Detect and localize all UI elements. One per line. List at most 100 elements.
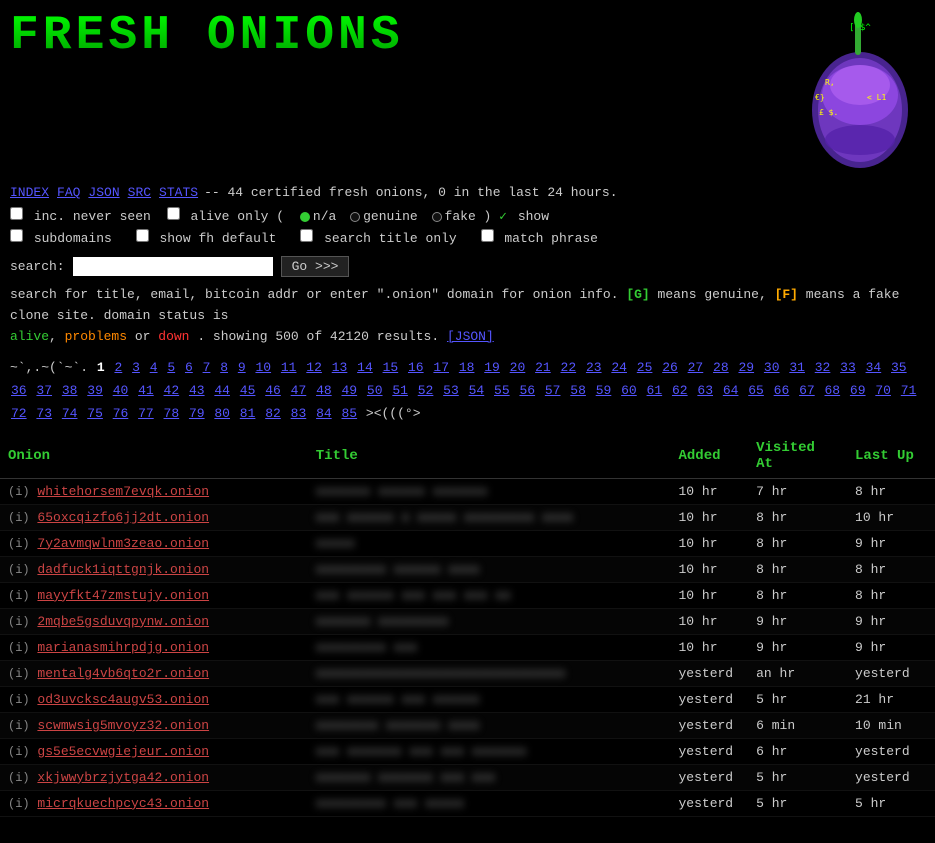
info-link-3[interactable]: (i) (8, 563, 30, 577)
info-link-9[interactable]: (i) (8, 719, 30, 733)
pagination-page-75[interactable]: 75 (87, 406, 103, 421)
pagination-page-39[interactable]: 39 (87, 383, 103, 398)
pagination-page-35[interactable]: 35 (891, 360, 907, 375)
nav-stats[interactable]: STATS (159, 185, 198, 200)
subdomains-option[interactable]: subdomains (10, 231, 120, 246)
onion-link-10[interactable]: gs5e5ecvwgiejeur.onion (37, 744, 209, 759)
pagination-page-52[interactable]: 52 (418, 383, 434, 398)
alive-only-checkbox[interactable] (167, 207, 180, 220)
pagination-page-71[interactable]: 71 (901, 383, 917, 398)
subdomains-checkbox[interactable] (10, 229, 23, 242)
pagination-page-42[interactable]: 42 (164, 383, 180, 398)
pagination-page-14[interactable]: 14 (357, 360, 373, 375)
nav-json[interactable]: JSON (88, 185, 119, 200)
nav-src[interactable]: SRC (128, 185, 151, 200)
pagination-page-18[interactable]: 18 (459, 360, 475, 375)
pagination-page-61[interactable]: 61 (647, 383, 663, 398)
pagination-page-56[interactable]: 56 (519, 383, 535, 398)
onion-link-8[interactable]: od3uvcksc4augv53.onion (37, 692, 209, 707)
alive-only-option[interactable]: alive only ( (167, 209, 292, 224)
info-link-6[interactable]: (i) (8, 641, 30, 655)
pagination-page-64[interactable]: 64 (723, 383, 739, 398)
pagination-page-45[interactable]: 45 (240, 383, 256, 398)
pagination-page-49[interactable]: 49 (341, 383, 357, 398)
pagination-page-78[interactable]: 78 (164, 406, 180, 421)
pagination-page-47[interactable]: 47 (291, 383, 307, 398)
pagination-page-55[interactable]: 55 (494, 383, 510, 398)
onion-link-2[interactable]: 7y2avmqwlnm3zeao.onion (37, 536, 209, 551)
pagination-page-43[interactable]: 43 (189, 383, 205, 398)
info-link-4[interactable]: (i) (8, 589, 30, 603)
nav-faq[interactable]: FAQ (57, 185, 80, 200)
pagination-page-8[interactable]: 8 (220, 360, 228, 375)
pagination-page-53[interactable]: 53 (443, 383, 459, 398)
onion-link-11[interactable]: xkjwwybrzjytga42.onion (37, 770, 209, 785)
pagination-page-76[interactable]: 76 (113, 406, 129, 421)
onion-link-3[interactable]: dadfuck1iqttgnjk.onion (37, 562, 209, 577)
pagination-page-2[interactable]: 2 (114, 360, 122, 375)
pagination-page-32[interactable]: 32 (815, 360, 831, 375)
pagination-page-48[interactable]: 48 (316, 383, 332, 398)
pagination-page-83[interactable]: 83 (291, 406, 307, 421)
info-link-5[interactable]: (i) (8, 615, 30, 629)
info-link-12[interactable]: (i) (8, 797, 30, 811)
pagination-page-67[interactable]: 67 (799, 383, 815, 398)
radio-na[interactable] (300, 212, 310, 222)
pagination-page-63[interactable]: 63 (697, 383, 713, 398)
pagination-page-62[interactable]: 62 (672, 383, 688, 398)
pagination-page-46[interactable]: 46 (265, 383, 281, 398)
pagination-page-7[interactable]: 7 (203, 360, 211, 375)
show-fh-checkbox[interactable] (136, 229, 149, 242)
info-link-8[interactable]: (i) (8, 693, 30, 707)
info-link-2[interactable]: (i) (8, 537, 30, 551)
onion-link-7[interactable]: mentalg4vb6qto2r.onion (37, 666, 209, 681)
pagination-page-28[interactable]: 28 (713, 360, 729, 375)
pagination-page-82[interactable]: 82 (265, 406, 281, 421)
search-title-option[interactable]: search title only (300, 231, 464, 246)
pagination-page-9[interactable]: 9 (238, 360, 246, 375)
pagination-page-80[interactable]: 80 (214, 406, 230, 421)
pagination-page-37[interactable]: 37 (36, 383, 52, 398)
pagination-page-16[interactable]: 16 (408, 360, 424, 375)
pagination-page-38[interactable]: 38 (62, 383, 78, 398)
pagination-page-13[interactable]: 13 (332, 360, 348, 375)
pagination-page-41[interactable]: 41 (138, 383, 154, 398)
pagination-page-24[interactable]: 24 (611, 360, 627, 375)
pagination-page-6[interactable]: 6 (185, 360, 193, 375)
pagination-page-70[interactable]: 70 (875, 383, 891, 398)
pagination-page-60[interactable]: 60 (621, 383, 637, 398)
pagination-page-27[interactable]: 27 (688, 360, 704, 375)
match-phrase-option[interactable]: match phrase (481, 231, 598, 246)
search-title-checkbox[interactable] (300, 229, 313, 242)
inc-never-seen-option[interactable]: inc. never seen (10, 209, 159, 224)
radio-fake[interactable] (432, 212, 442, 222)
search-input[interactable] (73, 257, 273, 276)
pagination-page-84[interactable]: 84 (316, 406, 332, 421)
pagination-page-81[interactable]: 81 (240, 406, 256, 421)
pagination-page-21[interactable]: 21 (535, 360, 551, 375)
info-link-7[interactable]: (i) (8, 667, 30, 681)
pagination-page-33[interactable]: 33 (840, 360, 856, 375)
nav-index[interactable]: INDEX (10, 185, 49, 200)
pagination-page-85[interactable]: 85 (341, 406, 357, 421)
info-link-11[interactable]: (i) (8, 771, 30, 785)
info-link-0[interactable]: (i) (8, 485, 30, 499)
pagination-page-3[interactable]: 3 (132, 360, 140, 375)
pagination-page-25[interactable]: 25 (637, 360, 653, 375)
pagination-page-58[interactable]: 58 (570, 383, 586, 398)
pagination-page-54[interactable]: 54 (469, 383, 485, 398)
pagination-page-15[interactable]: 15 (383, 360, 399, 375)
pagination-page-77[interactable]: 77 (138, 406, 154, 421)
pagination-page-29[interactable]: 29 (738, 360, 754, 375)
onion-link-1[interactable]: 65oxcqizfo6jj2dt.onion (37, 510, 209, 525)
pagination-page-20[interactable]: 20 (510, 360, 526, 375)
pagination-page-17[interactable]: 17 (433, 360, 449, 375)
pagination-page-51[interactable]: 51 (392, 383, 408, 398)
radio-genuine[interactable] (350, 212, 360, 222)
pagination-page-5[interactable]: 5 (167, 360, 175, 375)
pagination-page-30[interactable]: 30 (764, 360, 780, 375)
pagination-page-74[interactable]: 74 (62, 406, 78, 421)
info-link-10[interactable]: (i) (8, 745, 30, 759)
pagination-page-50[interactable]: 50 (367, 383, 383, 398)
info-link-1[interactable]: (i) (8, 511, 30, 525)
